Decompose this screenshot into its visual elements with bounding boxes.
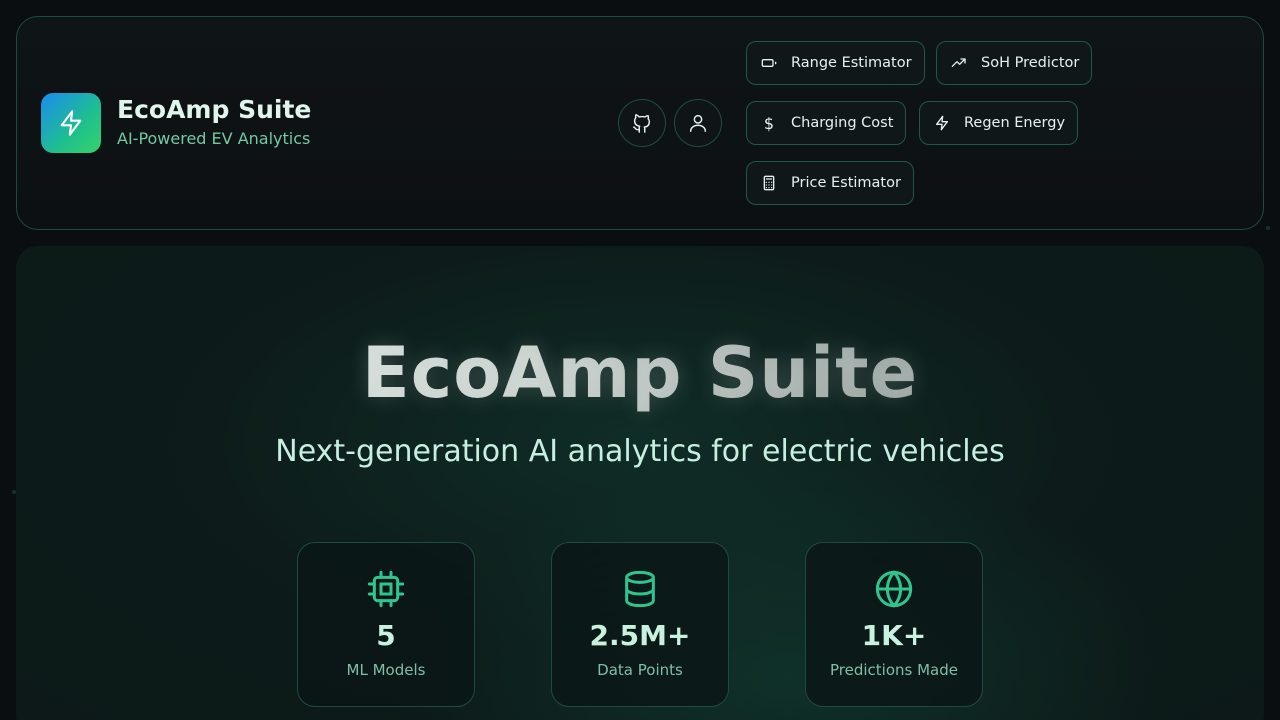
stat-label: Predictions Made (830, 661, 958, 679)
stat-value: 1K+ (861, 619, 927, 652)
github-button[interactable] (618, 99, 666, 147)
nav-label: Charging Cost (791, 115, 894, 131)
hero-section: EcoAmp Suite Next-generation AI analytic… (16, 246, 1264, 720)
database-icon (625, 570, 655, 608)
brand-title: EcoAmp Suite (117, 95, 312, 124)
stat-value: 5 (376, 619, 396, 652)
bolt-icon (932, 113, 952, 133)
cpu-icon (367, 570, 405, 608)
stat-card-predictions: 1K+ Predictions Made (805, 542, 983, 707)
stat-label: Data Points (597, 661, 683, 679)
github-icon (633, 114, 651, 133)
nav-price-estimator[interactable]: Price Estimator (746, 161, 914, 205)
brand-subtitle: AI-Powered EV Analytics (117, 129, 311, 148)
nav-regen-energy[interactable]: Regen Energy (919, 101, 1079, 145)
battery-icon (759, 53, 779, 73)
stat-card-ml-models: 5 ML Models (297, 542, 475, 707)
hero-subtitle: Next-generation AI analytics for electri… (275, 434, 1005, 469)
nav-charging-cost[interactable]: $ Charging Cost (746, 101, 907, 145)
hero-title: EcoAmp Suite (16, 332, 1264, 414)
top-header: EcoAmp Suite AI-Powered EV Analytics Ran… (16, 16, 1264, 230)
calculator-icon (759, 173, 779, 193)
nav-soh-predictor[interactable]: SoH Predictor (936, 41, 1093, 85)
user-button[interactable] (674, 99, 722, 147)
nav-label: Range Estimator (791, 55, 912, 71)
nav-range-estimator[interactable]: Range Estimator (746, 41, 925, 85)
stat-value: 2.5M+ (589, 619, 691, 652)
globe-icon (875, 570, 913, 608)
nav-label: Price Estimator (791, 175, 901, 191)
stat-label: ML Models (346, 661, 426, 679)
dollar-icon: $ (763, 113, 775, 133)
stat-card-data-points: 2.5M+ Data Points (551, 542, 729, 707)
bolt-icon (60, 110, 82, 136)
nav-label: SoH Predictor (981, 55, 1080, 71)
bg-dot (1266, 226, 1270, 230)
user-icon (689, 114, 707, 132)
trending-up-icon (949, 53, 969, 73)
logo[interactable] (41, 93, 101, 153)
nav-label: Regen Energy (964, 115, 1066, 131)
